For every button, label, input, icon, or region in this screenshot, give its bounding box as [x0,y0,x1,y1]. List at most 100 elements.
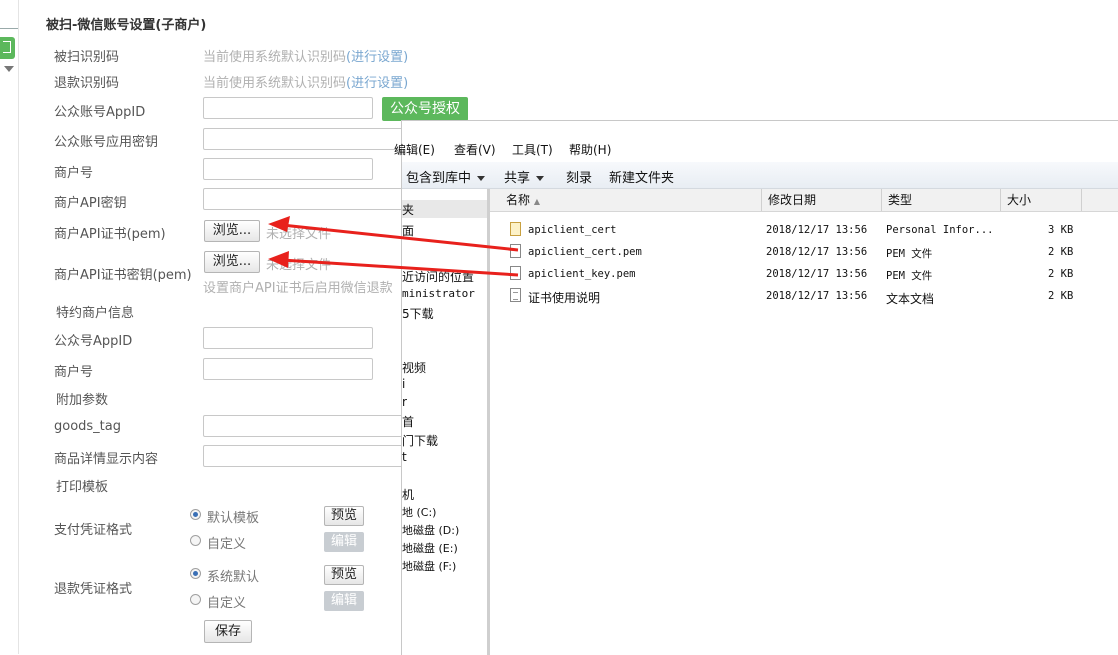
nav-item[interactable]: 面 [402,222,414,239]
explorer-menu-bar: 编辑(E) 查看(V) 工具(T) 帮助(H) [394,137,1118,161]
file-type: PEM 文件 [886,270,933,282]
refund-default-radio[interactable] [190,568,201,579]
pay-preview-button[interactable]: 预览 [324,506,364,526]
explorer-toolbar: 包含到库中 共享 刻录 新建文件夹 [402,162,1118,189]
file-name: apiclient_cert.pem [528,246,642,258]
app-secret-input[interactable] [203,128,403,150]
scan-code-label: 被扫识别码 [54,50,120,65]
navigation-pane: 夹 面 近访问的位置 ministrator 5下载 视频 i r 首 门下载 … [402,189,487,655]
save-button[interactable]: 保存 [204,620,252,643]
pay-default-radio[interactable] [190,509,201,520]
menu-view[interactable]: 查看(V) [454,141,496,158]
column-type[interactable]: 类型 [882,189,1001,211]
column-size[interactable]: 大小 [1001,189,1082,211]
share-button[interactable]: 共享 [504,167,545,186]
file-type: Personal Infor... [886,224,994,236]
appid-input[interactable] [203,97,373,119]
menu-help[interactable]: 帮助(H) [569,141,611,158]
nav-drive-c[interactable]: 地 (C:) [402,504,436,520]
collapse-icon [3,41,11,53]
nav-item[interactable]: 首 [402,413,414,430]
extra-params-title: 附加参数 [56,393,109,408]
nav-drive-e[interactable]: 地磁盘 (E:) [402,540,458,556]
file-list-header: 名称 ▲ 修改日期 类型 大小 [490,189,1118,212]
menu-tools[interactable]: 工具(T) [512,141,553,158]
print-template-title: 打印模板 [56,480,109,495]
file-type: PEM 文件 [886,248,933,260]
api-cert-browse-button[interactable]: 浏览... [204,220,260,242]
goods-detail-input[interactable] [203,445,403,467]
goods-tag-input[interactable] [203,415,403,437]
file-size: 2 KB [1048,268,1074,280]
nav-item[interactable]: ministrator [402,287,475,300]
file-icon [510,266,521,280]
certificate-icon [510,222,521,236]
column-name[interactable]: 名称 ▲ [490,189,762,211]
new-folder-button[interactable]: 新建文件夹 [609,167,674,186]
collapse-button[interactable] [0,37,15,59]
api-cert-file-status: 未选择文件 [266,227,332,242]
file-date: 2018/12/17 13:56 [766,246,868,258]
refund-code-label: 退款识别码 [54,76,120,91]
sp-appid-input[interactable] [203,327,373,349]
refund-code-hint-text: 当前使用系统默认识别码 [203,76,347,91]
merchant-no-input[interactable] [203,158,373,180]
goods-detail-label: 商品详情显示内容 [54,452,159,467]
nav-item[interactable]: 视频 [402,359,426,376]
dropdown-arrow-icon[interactable] [4,66,14,72]
nav-item[interactable]: 5下载 [402,305,434,322]
cert-hint: 设置商户API证书后启用微信退款 [203,281,393,296]
share-label: 共享 [504,171,531,186]
refund-default-label: 系统默认 [207,570,260,585]
pay-custom-radio[interactable] [190,535,201,546]
refund-custom-label: 自定义 [207,596,247,611]
nav-item[interactable]: 夹 [402,201,414,218]
include-library-label: 包含到库中 [406,171,472,186]
text-file-icon [510,288,521,302]
scan-code-settings-link[interactable]: (进行设置) [346,50,408,65]
nav-item[interactable]: 近访问的位置 [402,268,474,285]
refund-preview-button[interactable]: 预览 [324,565,364,585]
file-icon [510,244,521,258]
refund-custom-radio[interactable] [190,594,201,605]
file-name: apiclient_key.pem [528,268,636,280]
api-cert-key-label: 商户API证书密钥(pem) [54,268,192,283]
nav-drive-f[interactable]: 地磁盘 (F:) [402,558,456,574]
refund-code-hint: 当前使用系统默认识别码(进行设置) [203,72,408,91]
file-size: 2 KB [1048,290,1074,302]
nav-item[interactable]: t [402,450,407,464]
pane-splitter[interactable] [487,189,490,655]
menu-edit[interactable]: 编辑(E) [394,141,435,158]
appid-label: 公众账号AppID [54,105,146,120]
file-name: 证书使用说明 [528,291,601,305]
nav-item[interactable]: r [402,395,407,409]
nav-item[interactable]: 门下载 [402,432,438,449]
refund-code-settings-link[interactable]: (进行设置) [346,76,408,91]
file-date: 2018/12/17 13:56 [766,268,868,280]
refund-edit-button[interactable]: 编辑 [324,591,364,611]
sp-merchant-no-label: 商户号 [54,365,94,380]
nav-drive-d[interactable]: 地磁盘 (D:) [402,522,459,538]
api-cert-label: 商户API证书(pem) [54,227,166,242]
column-date[interactable]: 修改日期 [762,189,882,211]
file-date: 2018/12/17 13:56 [766,290,868,302]
pay-default-label: 默认模板 [207,511,260,526]
scan-code-hint: 当前使用系统默认识别码(进行设置) [203,46,408,65]
include-library-button[interactable]: 包含到库中 [406,167,486,186]
file-size: 2 KB [1048,246,1074,258]
nav-item[interactable]: 机 [402,486,414,503]
api-cert-key-file-status: 未选择文件 [266,258,332,273]
burn-button[interactable]: 刻录 [566,167,592,186]
left-edge-panel [0,0,19,654]
wechat-auth-button[interactable]: 公众号授权 [382,97,468,121]
pay-edit-button[interactable]: 编辑 [324,532,364,552]
merchant-no-label: 商户号 [54,166,94,181]
nav-selected-highlight [402,200,487,218]
chevron-down-icon [477,176,486,181]
nav-item[interactable]: i [402,377,405,391]
page-title: 被扫-微信账号设置(子商户) [46,18,207,33]
pay-custom-label: 自定义 [207,537,247,552]
sp-merchant-no-input[interactable] [203,358,373,380]
api-key-input[interactable] [203,188,403,210]
api-cert-key-browse-button[interactable]: 浏览... [204,251,260,273]
